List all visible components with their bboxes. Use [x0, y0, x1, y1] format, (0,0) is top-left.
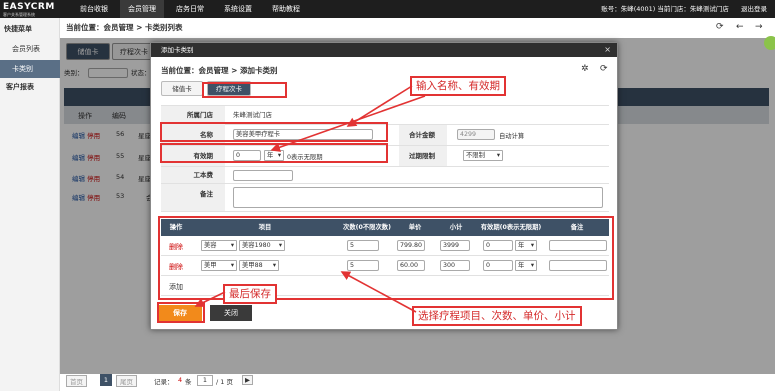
app-logo: EASYCRM 客户关系管理系统 [3, 2, 59, 17]
page-number-button[interactable]: 1 [100, 374, 112, 386]
nav-member-management[interactable]: 会员管理 [120, 0, 164, 18]
cost-input[interactable] [233, 170, 293, 181]
auto-calc-text: 自动计算 [499, 133, 525, 140]
last-page-button[interactable]: 尾页 [116, 375, 137, 387]
modal-tab-stored-value-card[interactable]: 储值卡 [161, 81, 203, 96]
sidebar-item-customer-report[interactable]: 客户报表 [0, 78, 60, 96]
limit-label: 过期限制 [399, 146, 447, 166]
user-info: 账号：朱峰(4001) 当前门店：朱峰测试门店 退出登录 [601, 0, 767, 18]
remark-label: 备注 [161, 184, 225, 211]
logout-link[interactable]: 退出登录 [741, 5, 767, 13]
forward-arrow-icon[interactable]: → [755, 22, 763, 32]
total-input: 4299 [457, 129, 495, 140]
form-row-cost: 工本费 [161, 167, 609, 184]
nav-daily-operations[interactable]: 店务日常 [168, 0, 212, 18]
page-input[interactable]: 1 [197, 375, 213, 386]
record-count: 4 [178, 376, 183, 384]
side-chat-icon[interactable] [764, 36, 775, 50]
highlight-name-row [160, 122, 388, 142]
close-icon[interactable]: × [604, 43, 611, 57]
cost-label: 工本费 [161, 167, 225, 183]
annotation-save-last: 最后保存 [223, 284, 277, 304]
modal-title: 添加卡类别 [161, 46, 194, 54]
form-row-remark: 备注 [161, 184, 609, 212]
highlight-validity-row [160, 143, 388, 163]
modal-title-bar: 添加卡类别 [151, 43, 617, 57]
pagination: 首页 1 尾页 记录： 4 条 1 / 1 页 ▶ [64, 374, 769, 388]
record-label: 记录： [154, 378, 174, 386]
annotation-name-validity: 输入名称、有效期 [410, 76, 506, 96]
refresh-icon[interactable]: ⟳ [716, 22, 724, 32]
limit-select[interactable]: 不限制 [463, 150, 503, 161]
page-total: / 1 页 [216, 378, 233, 386]
logo-main-text: EASYCRM [3, 2, 55, 12]
modal-breadcrumb: 当前位置：会员管理 > 添加卡类别 [161, 66, 278, 75]
total-label: 合计金额 [399, 125, 447, 145]
back-arrow-icon[interactable]: ← [736, 22, 744, 32]
nav-system-settings[interactable]: 系统设置 [216, 0, 260, 18]
sidebar-item-member-list[interactable]: 会员列表 [0, 40, 60, 58]
refresh-icon[interactable]: ⟳ [600, 64, 608, 74]
user-account-text: 账号：朱峰(4001) 当前门店：朱峰测试门店 [601, 5, 729, 13]
page-breadcrumb: 当前位置：会员管理 > 卡类别列表 [66, 23, 183, 32]
close-button[interactable]: 关闭 [210, 305, 252, 321]
go-page-icon[interactable]: ▶ [242, 375, 253, 385]
highlight-save-button [157, 302, 205, 323]
highlight-tab-treatment [202, 82, 287, 98]
sidebar: 快捷菜单 会员列表 卡类别 客户报表 [0, 18, 60, 391]
sidebar-heading: 快捷菜单 [4, 25, 32, 33]
nav-cashier[interactable]: 前台收银 [72, 0, 116, 18]
first-page-button[interactable]: 首页 [66, 375, 87, 387]
annotation-select-project: 选择疗程项目、次数、单价、小计 [412, 306, 582, 326]
record-unit: 条 [185, 378, 192, 386]
nav-help[interactable]: 帮助教程 [264, 0, 308, 18]
gear-icon[interactable]: ✲ [581, 64, 589, 74]
sidebar-item-card-category[interactable]: 卡类别 [0, 60, 60, 78]
remark-textarea[interactable] [233, 187, 603, 208]
